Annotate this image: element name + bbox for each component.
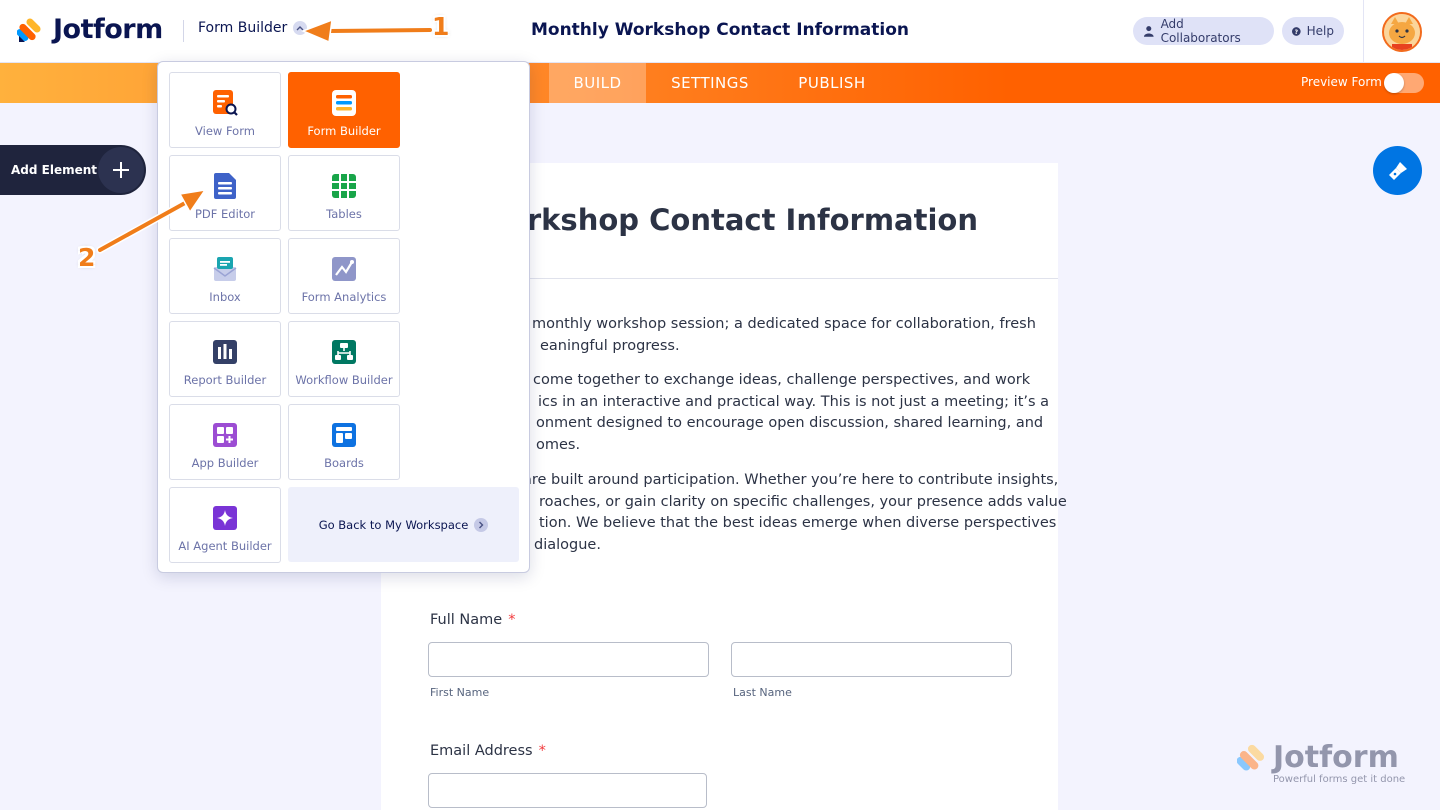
email-label-text: Email Address — [430, 743, 533, 759]
menu-item-label: App Builder — [191, 456, 259, 470]
form-builder-icon — [331, 89, 357, 117]
jotform-watermark: Jotform Powerful forms get it done — [1237, 740, 1405, 785]
menu-item-workflow-builder[interactable]: Workflow Builder — [288, 321, 400, 397]
menu-item-boards[interactable]: Boards — [288, 404, 400, 480]
paragraph-line: omes. — [536, 436, 581, 453]
menu-item-label: Inbox — [209, 290, 241, 304]
paragraph-line: roaches, or gain clarity on specific cha… — [539, 493, 1067, 510]
watermark-text: Jotform — [1273, 740, 1399, 775]
menu-item-form-analytics[interactable]: Form Analytics — [288, 238, 400, 314]
form-analytics-icon — [331, 255, 357, 283]
toggle-knob — [1384, 73, 1404, 93]
help-icon: ? — [1292, 26, 1301, 35]
plus-icon — [98, 147, 144, 193]
paragraph-line: dialogue. — [534, 536, 601, 553]
menu-item-label: Form Analytics — [301, 290, 387, 304]
app-builder-icon — [212, 421, 238, 449]
annotation-number-2: 2 — [78, 243, 96, 272]
menu-item-label: Boards — [324, 456, 364, 470]
menu-item-label: PDF Editor — [194, 207, 256, 221]
help-button[interactable]: ? Help — [1282, 17, 1344, 45]
menu-item-label: Tables — [326, 207, 362, 221]
last-name-input[interactable] — [731, 642, 1012, 677]
menu-item-label: View Form — [195, 124, 255, 138]
help-label: Help — [1306, 24, 1334, 38]
menu-item-label: Workflow Builder — [295, 373, 393, 387]
jotform-logo[interactable]: Jotform — [17, 14, 163, 45]
svg-text:?: ? — [1295, 28, 1299, 35]
menu-item-inbox[interactable]: Inbox — [169, 238, 281, 314]
menu-item-app-builder[interactable]: App Builder — [169, 404, 281, 480]
paragraph-line: ics in an interactive and practical way.… — [538, 393, 1050, 410]
tables-icon — [331, 172, 357, 200]
pdf-editor-icon — [212, 172, 238, 200]
watermark-tagline: Powerful forms get it done — [1273, 774, 1406, 785]
annotation-number-1: 1 — [432, 12, 450, 41]
chevron-up-icon — [293, 21, 308, 35]
menu-item-pdf-editor[interactable]: PDF Editor — [169, 155, 281, 231]
first-name-sublabel: First Name — [430, 686, 490, 699]
jotform-logo-icon — [17, 17, 41, 42]
menu-item-label: Form Builder — [307, 124, 381, 138]
preview-form-toggle[interactable] — [1384, 73, 1424, 93]
user-icon — [1143, 26, 1154, 37]
menu-item-label: Report Builder — [183, 373, 267, 387]
view-form-icon — [212, 89, 238, 117]
boards-icon — [331, 421, 357, 449]
cat-avatar-icon — [1384, 14, 1420, 50]
paragraph-line: monthly workshop session; a dedicated sp… — [532, 316, 1036, 332]
tab-publish[interactable]: PUBLISH — [790, 63, 874, 103]
inbox-icon — [212, 255, 238, 283]
product-switcher-menu: View Form Form Builder PDF Editor Tables… — [157, 61, 530, 573]
form-builder-dropdown-label: Form Builder — [198, 20, 288, 36]
email-input[interactable] — [428, 773, 707, 808]
add-element-label: Add Element — [11, 163, 98, 177]
chevron-right-icon — [474, 517, 489, 532]
add-collaborators-button[interactable]: Add Collaborators — [1133, 17, 1274, 45]
menu-item-ai-agent-builder[interactable]: AI Agent Builder — [169, 487, 281, 563]
jotform-watermark-logo-icon — [1237, 744, 1265, 771]
header-right-divider — [1363, 0, 1364, 63]
paragraph-line: tion. We believe that the best ideas eme… — [539, 515, 1057, 531]
required-mark: * — [508, 612, 516, 628]
add-element-button[interactable]: Add Element — [0, 145, 146, 195]
form-builder-dropdown[interactable]: Form Builder — [198, 20, 308, 36]
preview-form-label: Preview Form — [1301, 75, 1382, 89]
menu-item-label: AI Agent Builder — [178, 539, 272, 553]
tab-build[interactable]: BUILD — [549, 63, 646, 103]
first-name-input[interactable] — [428, 642, 709, 677]
last-name-sublabel: Last Name — [733, 686, 792, 699]
menu-item-tables[interactable]: Tables — [288, 155, 400, 231]
avatar[interactable] — [1382, 12, 1422, 52]
workflow-builder-icon — [331, 338, 357, 366]
form-designer-button[interactable] — [1373, 146, 1422, 195]
email-address-label: Email Address * — [430, 743, 546, 759]
required-mark: * — [538, 743, 546, 759]
report-builder-icon — [212, 338, 238, 366]
paragraph-line: onment designed to encourage open discus… — [536, 415, 1044, 431]
header-divider — [183, 20, 184, 42]
paragraph-line: come together to exchange ideas, challen… — [533, 372, 1031, 388]
full-name-label: Full Name * — [430, 612, 515, 628]
tab-settings[interactable]: SETTINGS — [660, 63, 760, 103]
paragraph-line: are built around participation. Whether … — [523, 472, 1059, 488]
menu-item-form-builder[interactable]: Form Builder — [288, 72, 400, 148]
paragraph-line: eaningful progress. — [540, 337, 680, 354]
full-name-label-text: Full Name — [430, 612, 503, 628]
top-header: Jotform Form Builder Monthly Workshop Co… — [0, 0, 1440, 63]
logo-text: Jotform — [53, 14, 163, 45]
workspace-label: Go Back to My Workspace — [318, 517, 469, 532]
add-collaborators-label: Add Collaborators — [1160, 17, 1241, 45]
go-back-to-workspace-button[interactable]: Go Back to My Workspace — [288, 487, 519, 562]
menu-item-view-form[interactable]: View Form — [169, 72, 281, 148]
paint-roller-icon — [1388, 161, 1407, 180]
ai-agent-builder-icon — [212, 504, 238, 532]
menu-item-report-builder[interactable]: Report Builder — [169, 321, 281, 397]
